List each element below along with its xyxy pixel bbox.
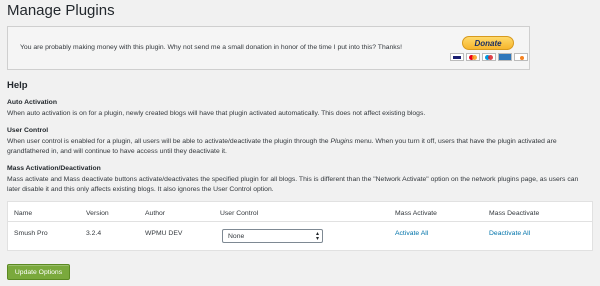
plugin-name: Smush Pro	[14, 230, 48, 237]
auto-activation-title: Auto Activation	[7, 99, 57, 106]
up-down-chevron-icon: ▴ ▾	[315, 231, 319, 242]
mass-activation-title: Mass Activation/Deactivation	[7, 165, 101, 172]
column-header-author: Author	[145, 210, 166, 217]
header-divider	[8, 221, 592, 222]
user-control-title: User Control	[7, 127, 49, 134]
column-header-name: Name	[14, 210, 33, 217]
donate-box: You are probably making money with this …	[7, 26, 530, 70]
column-header-user-control: User Control	[220, 210, 259, 217]
plugin-author: WPMU DEV	[145, 230, 183, 237]
amex-card-icon	[498, 53, 512, 61]
plugins-menu-reference: Plugins	[330, 138, 353, 145]
mass-activation-text: Mass activate and Mass deactivate button…	[7, 176, 579, 193]
maestro-card-icon	[482, 53, 496, 61]
user-control-text-before: When user control is enabled for a plugi…	[7, 138, 331, 145]
donate-message: You are probably making money with this …	[20, 44, 402, 51]
column-header-mass-deactivate: Mass Deactivate	[489, 210, 540, 217]
help-heading: Help	[7, 80, 28, 91]
user-control-text: When user control is enabled for a plugi…	[7, 137, 592, 157]
donate-button[interactable]: Donate	[462, 36, 514, 50]
auto-activation-text: When auto activation is on for a plugin,…	[7, 110, 426, 117]
user-control-selected-value: None	[228, 232, 245, 240]
plugins-table: Name Version Author User Control Mass Ac…	[7, 201, 593, 251]
user-control-select[interactable]: None ▴ ▾	[222, 229, 323, 243]
visa-card-icon	[450, 53, 464, 61]
payment-cards	[450, 53, 528, 61]
page-title: Manage Plugins	[7, 2, 115, 19]
column-header-mass-activate: Mass Activate	[395, 210, 437, 217]
activate-all-link[interactable]: Activate All	[395, 230, 428, 237]
plugin-version: 3.2.4	[86, 230, 102, 237]
discover-card-icon	[514, 53, 528, 61]
mastercard-icon	[466, 53, 480, 61]
deactivate-all-link[interactable]: Deactivate All	[489, 230, 530, 237]
column-header-version: Version	[86, 210, 109, 217]
update-options-button[interactable]: Update Options	[7, 264, 70, 280]
